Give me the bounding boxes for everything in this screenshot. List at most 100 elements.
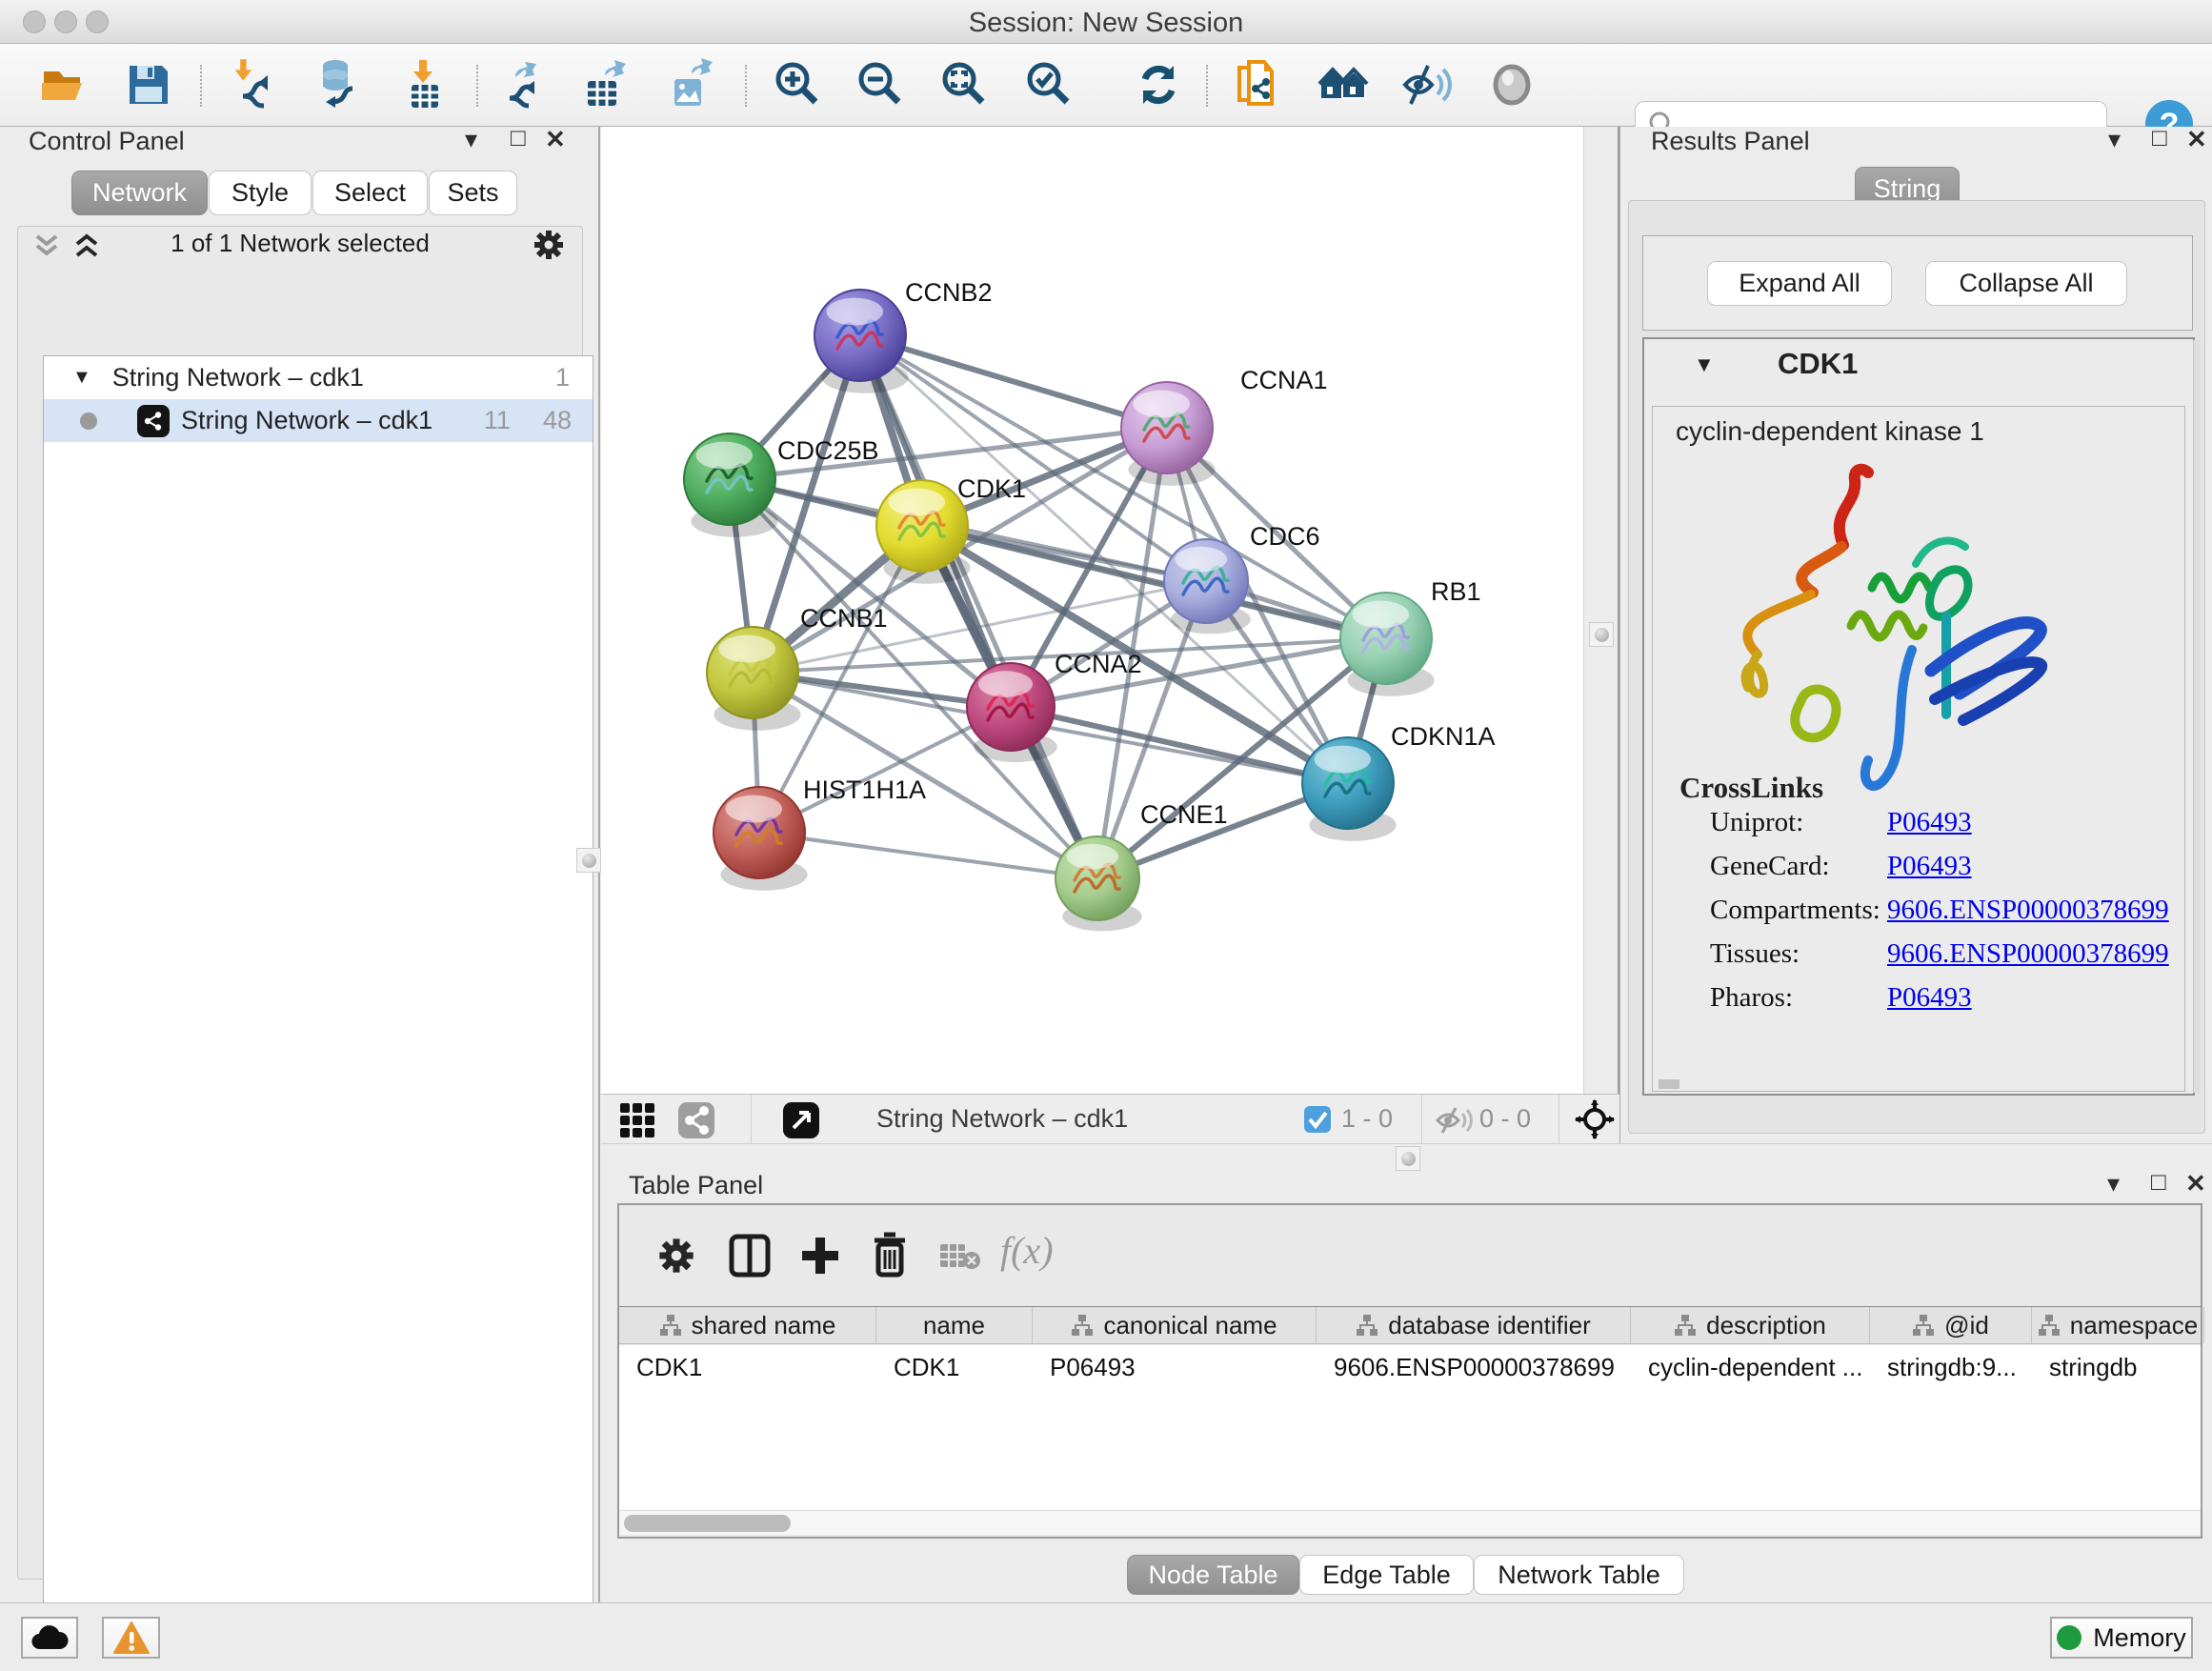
crosshair-icon[interactable]	[1575, 1099, 1615, 1139]
horizontal-scrollbar-thumb[interactable]	[1659, 1079, 1679, 1089]
control-panel-splitter-knob[interactable]	[576, 848, 601, 873]
network-canvas[interactable]: CCNB2CCNA1CDC25BCDK1CDC6RB1CCNB1CCNA2CDK…	[601, 127, 1619, 1094]
refresh-button[interactable]	[1130, 56, 1187, 113]
preview-button[interactable]	[1483, 56, 1540, 113]
column-header-canonical-name[interactable]: canonical name	[1033, 1307, 1317, 1343]
column-header-namespace[interactable]: namespace	[2032, 1307, 2204, 1343]
zoom-in-button[interactable]	[770, 56, 827, 113]
protein-description: cyclin-dependent kinase 1	[1676, 416, 1984, 447]
zoom-selected-button[interactable]	[1021, 56, 1078, 113]
save-session-button[interactable]	[120, 56, 177, 113]
add-column-icon[interactable]	[798, 1234, 842, 1278]
table-cell[interactable]: CDK1	[619, 1345, 876, 1510]
export-image-button[interactable]	[661, 56, 718, 113]
tab-sets[interactable]: Sets	[429, 171, 517, 215]
column-header-label: @id	[1944, 1311, 1989, 1340]
tab-network[interactable]: Network	[71, 171, 208, 215]
zoom-fit-button[interactable]	[936, 56, 994, 113]
memory-button[interactable]: Memory	[2050, 1617, 2193, 1659]
panel-close-icon[interactable]: ✕	[2186, 125, 2207, 154]
gear-icon[interactable]	[657, 1237, 695, 1275]
houses-icon	[1317, 58, 1371, 111]
table-cell[interactable]: cyclin-dependent ...	[1631, 1345, 1870, 1510]
table-cell[interactable]: stringdb	[2032, 1345, 2204, 1510]
split-columns-icon[interactable]	[729, 1234, 771, 1278]
network-view[interactable]: CCNB2CCNA1CDC25BCDK1CDC6RB1CCNB1CCNA2CDK…	[601, 127, 1619, 1094]
table-header-row[interactable]: shared namename canonical name database …	[619, 1306, 2201, 1344]
control-panel: Control Panel ▾ □ ✕ NetworkStyleSelectSe…	[0, 127, 600, 1602]
network-row-selected[interactable]: String Network – cdk1 11 48	[44, 399, 593, 442]
expand-all-button[interactable]: Expand All	[1707, 261, 1892, 306]
gear-icon[interactable]	[533, 229, 565, 261]
selected-checkbox-icon[interactable]	[1303, 1105, 1332, 1134]
network-mode-icon[interactable]	[677, 1101, 715, 1139]
column-header-shared-name[interactable]: shared name	[619, 1307, 876, 1343]
clone-network-button[interactable]	[1228, 56, 1285, 113]
table-cell[interactable]: 9606.ENSP00000378699	[1317, 1345, 1631, 1510]
zoom-out-button[interactable]	[853, 56, 910, 113]
table-content-box: f(x) shared namename canonical name data…	[617, 1203, 2202, 1539]
panel-splitter-knob[interactable]	[1589, 622, 1614, 647]
scrollbar-thumb[interactable]	[624, 1515, 791, 1532]
delete-column-icon[interactable]	[869, 1232, 911, 1279]
crosslink-link[interactable]: P06493	[1887, 851, 1972, 882]
tab-edge-table[interactable]: Edge Table	[1299, 1555, 1474, 1595]
import-database-button[interactable]	[309, 56, 366, 113]
footer-separator	[1421, 1095, 1422, 1144]
network-collection-row[interactable]: ▼ String Network – cdk1 1	[44, 356, 593, 399]
collapse-section-icon[interactable]: ▼	[1694, 352, 1715, 377]
collapse-all-button[interactable]: Collapse All	[1925, 261, 2127, 306]
hide-selected-button[interactable]	[1398, 56, 1455, 113]
panel-close-icon[interactable]: ✕	[2185, 1169, 2206, 1198]
open-session-button[interactable]	[36, 56, 93, 113]
column-header-name[interactable]: name	[876, 1307, 1033, 1343]
table-horizontal-scrollbar[interactable]	[619, 1510, 2201, 1535]
birdseye-toggle-icon[interactable]	[782, 1101, 820, 1139]
panel-float-icon[interactable]: □	[2152, 123, 2167, 152]
crosslink-link[interactable]: P06493	[1887, 807, 1972, 838]
network-row-label: String Network – cdk1	[181, 406, 432, 435]
column-header-description[interactable]: description	[1631, 1307, 1870, 1343]
warning-status-button[interactable]	[102, 1617, 160, 1659]
panel-splitter-knob[interactable]	[1396, 1146, 1420, 1171]
vertical-scrollbar-track[interactable]	[2193, 340, 2201, 1093]
crosslink-link[interactable]: P06493	[1887, 982, 1972, 1014]
table-cell[interactable]: P06493	[1033, 1345, 1317, 1510]
node-label-CDKN1A: CDKN1A	[1391, 722, 1496, 751]
table-body[interactable]: CDK1CDK1P064939606.ENSP00000378699cyclin…	[619, 1345, 2201, 1510]
tab-style[interactable]: Style	[209, 171, 312, 215]
grid-mode-icon[interactable]	[619, 1102, 655, 1138]
memory-status-dot	[2057, 1625, 2081, 1650]
collection-count: 1	[555, 363, 570, 393]
tab-network-table[interactable]: Network Table	[1474, 1555, 1684, 1595]
table-cell[interactable]: stringdb:9...	[1870, 1345, 2032, 1510]
network-edge-CCNA2-CDKN1A[interactable]	[1011, 707, 1348, 783]
column-header-database-identifier[interactable]: database identifier	[1317, 1307, 1631, 1343]
crosslink-link[interactable]: 9606.ENSP00000378699	[1887, 895, 2169, 926]
panel-close-icon[interactable]: ✕	[545, 125, 566, 154]
export-network-button[interactable]	[494, 56, 552, 113]
panel-float-icon[interactable]: □	[2151, 1167, 2166, 1197]
cloud-status-button[interactable]	[21, 1617, 78, 1659]
import-network-button[interactable]	[228, 56, 285, 113]
tab-select[interactable]: Select	[312, 171, 428, 215]
network-edge-HIST1H1A-CCNE1[interactable]	[759, 833, 1097, 878]
panel-menu-icon[interactable]: ▾	[465, 125, 477, 154]
node-label-CDC25B: CDC25B	[777, 436, 879, 465]
network-vertical-scrollbar[interactable]	[1583, 127, 1619, 1094]
show-all-button[interactable]	[1316, 56, 1373, 113]
panel-menu-icon[interactable]: ▾	[2107, 1169, 2120, 1198]
import-table-button[interactable]	[396, 56, 453, 113]
panel-float-icon[interactable]: □	[511, 123, 526, 152]
panel-menu-icon[interactable]: ▾	[2108, 125, 2121, 154]
table-cell[interactable]: CDK1	[876, 1345, 1033, 1510]
column-header--id[interactable]: @id	[1870, 1307, 2032, 1343]
main-toolbar: ?	[0, 44, 2212, 127]
crosslink-link[interactable]: 9606.ENSP00000378699	[1887, 938, 2169, 970]
node-label-CDC6: CDC6	[1250, 522, 1320, 551]
control-panel-title: Control Panel	[29, 127, 185, 156]
export-table-button[interactable]	[576, 56, 633, 113]
tree-expand-icon[interactable]: ▼	[72, 367, 91, 389]
network-selection-status: 1 of 1 Network selected	[18, 229, 582, 258]
tab-node-table[interactable]: Node Table	[1127, 1555, 1299, 1595]
